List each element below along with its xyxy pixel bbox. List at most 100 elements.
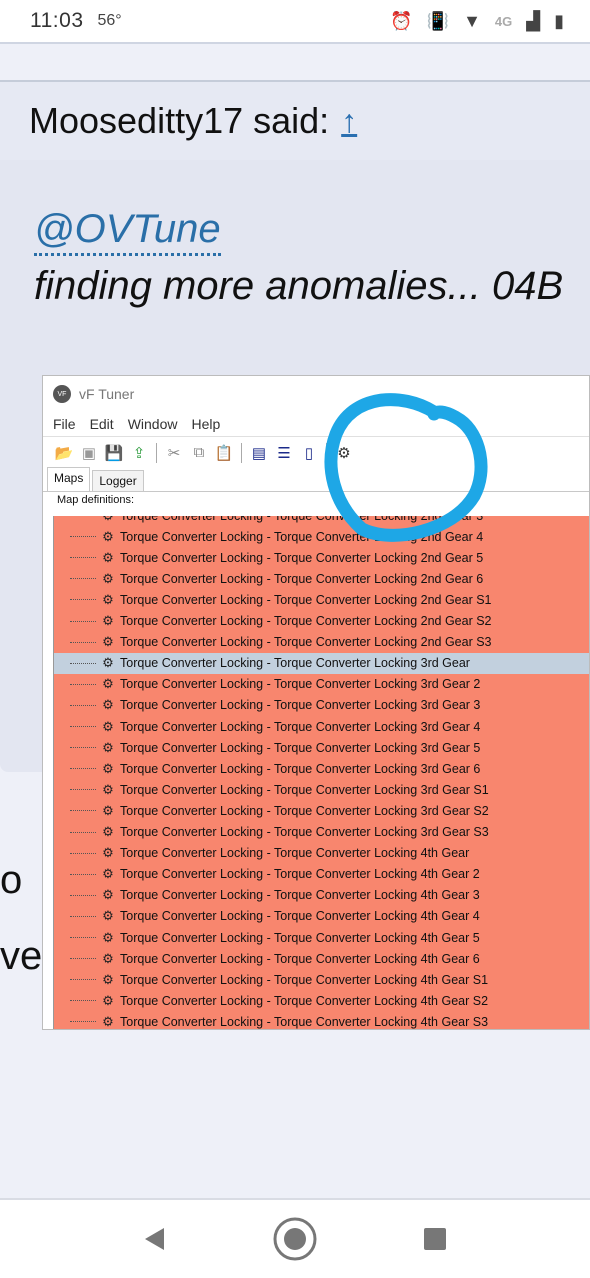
status-bar: 11:03 56° ⏰ 📳 ▼ 4G ▟ ▮ [0,0,590,42]
home-icon[interactable] [270,1214,320,1264]
quote-author: Mooseditty17 said: [29,100,330,141]
copy-icon[interactable]: ⧉ [188,442,210,464]
tree-connector [70,599,96,601]
tree-connector [70,979,96,981]
map-gear-icon: ⚙ [102,781,114,797]
quote-header: Mooseditty17 said: ↑ [0,80,590,160]
tree-row[interactable]: ⚙ Torque Converter Locking - Torque Conve… [54,631,589,653]
tree-row[interactable]: ⚙ Torque Converter Locking - Torque Conve… [54,948,589,970]
save-icon[interactable]: 💾 [103,442,125,464]
split-icon[interactable]: ☰ [273,442,295,464]
vibrate-icon: 📳 [426,10,450,31]
tree-row[interactable]: ⚙ Torque Converter Locking - Torque Conve… [54,905,589,927]
tree-row[interactable]: ⚙ Torque Converter Locking - Torque Conve… [54,800,589,822]
paste-icon[interactable]: 📋 [213,442,235,464]
tree-row[interactable]: ⚙ Torque Converter Locking - Torque Conve… [54,610,589,632]
tree-connector [70,747,96,749]
app-title: vF Tuner [79,386,135,402]
status-time: 11:03 [30,9,84,32]
open-icon[interactable]: 📂 [53,442,75,464]
vf-tuner-screenshot[interactable]: VF vF Tuner File Edit Window Help 📂 ▣ 💾 … [42,375,590,1030]
tree-row-label: Torque Converter Locking - Torque Conver… [120,592,492,607]
tree-connector [70,768,96,770]
gear-icon[interactable]: ⚙ [333,442,355,464]
map-definitions-label: Map definitions: [57,494,135,506]
tree-row[interactable]: ⚙ Torque Converter Locking - Torque Conve… [54,884,589,906]
tree-row-label: Torque Converter Locking - Torque Conver… [120,867,480,882]
tree-connector [70,958,96,960]
tree-row-label: Torque Converter Locking - Torque Conver… [120,677,481,692]
tree-row-label: Torque Converter Locking - Torque Conver… [120,550,484,565]
app-logo-icon: VF [53,385,71,403]
tree-row-label: Torque Converter Locking - Torque Conver… [120,909,480,924]
tree-row[interactable]: ⚙ Torque Converter Locking - Torque Conve… [54,737,589,759]
quote-jump-link[interactable]: ↑ [341,103,357,140]
tree-row[interactable]: ⚙ Torque Converter Locking - Torque Conve… [54,758,589,780]
tree-connector [70,1000,96,1002]
app-titlebar: VF vF Tuner [43,376,589,412]
map-gear-icon: ⚙ [102,887,114,903]
tree-connector [70,894,96,896]
menu-file[interactable]: File [53,416,76,432]
app-tabs: Maps Logger [43,467,589,492]
mention-link[interactable]: @OVTune [34,205,221,256]
tree-row-label: Torque Converter Locking - Torque Conver… [120,930,480,945]
tree-connector [70,831,96,833]
tree-row-label: Torque Converter Locking - Torque Conver… [120,846,470,861]
map-gear-icon: ⚙ [102,613,114,628]
map-gear-icon: ⚙ [102,950,114,966]
tree-row[interactable]: ⚙ Torque Converter Locking - Torque Conve… [54,673,589,695]
map-tree[interactable]: ⚙ Torque Converter Locking - Torque Conve… [53,516,589,1029]
tree-row[interactable]: ⚙ Torque Converter Locking - Torque Conve… [54,1011,589,1029]
quote-text: finding more anomalies... 04B [34,264,564,308]
tree-connector [70,873,96,875]
recents-icon[interactable] [410,1214,460,1264]
tree-row-label: Torque Converter Locking - Torque Conver… [120,825,489,839]
back-icon[interactable] [130,1214,180,1264]
panel-icon[interactable]: ▯ [298,442,320,464]
app-toolbar: 📂 ▣ 💾 ⇪ ✂ ⧉ 📋 ▤ ☰ ▯ ⚙ [43,436,589,468]
toolbar-separator [156,442,157,463]
map-gear-icon: ⚙ [102,634,114,650]
tree-row[interactable]: ⚙ Torque Converter Locking - Torque Conve… [54,547,589,569]
tree-row[interactable]: ⚙ Torque Converter Locking - Torque Conve… [54,990,589,1012]
export-icon[interactable]: ⇪ [128,442,150,464]
tree-row[interactable]: ⚙ Torque Converter Locking - Torque Conve… [54,694,589,716]
tree-connector [70,726,96,727]
tree-row[interactable]: ⚙ Torque Converter Locking - Torque Conve… [54,842,589,864]
status-temperature: 56° [97,12,122,29]
edit-icon[interactable]: ▣ [78,442,100,464]
cut-icon[interactable]: ✂ [163,442,185,464]
tree-row-label: Torque Converter Locking - Torque Conver… [120,951,480,966]
map-gear-icon: ⚙ [102,760,114,776]
post-text-line-2: ve [0,934,43,978]
menu-edit[interactable]: Edit [90,416,114,432]
tree-row[interactable]: ⚙ Torque Converter Locking - Torque Conve… [54,568,589,590]
tab-logger[interactable]: Logger [92,470,144,491]
map-gear-icon: ⚙ [102,929,114,945]
tree-row[interactable]: ⚙ Torque Converter Locking - Torque Conve… [54,526,589,548]
tree-row[interactable]: ⚙ Torque Converter Locking - Torque Conve… [54,589,589,611]
tree-row[interactable]: ⚙ Torque Converter Locking - Torque Conve… [54,779,589,801]
map-gear-icon: ⚙ [102,824,114,839]
tree-connector [70,704,96,706]
tree-row-label: Torque Converter Locking - Torque Conver… [120,571,484,586]
tab-maps[interactable]: Maps [47,467,91,491]
menu-help[interactable]: Help [191,416,220,432]
tree-row[interactable]: ⚙ Torque Converter Locking - Torque Conve… [54,652,589,674]
menu-window[interactable]: Window [128,416,178,432]
tree-row[interactable]: ⚙ Torque Converter Locking - Torque Conve… [54,516,589,526]
tree-connector [70,852,96,854]
map-gear-icon: ⚙ [102,655,114,671]
tree-connector [70,1021,96,1023]
tree-row[interactable]: ⚙ Torque Converter Locking - Torque Conve… [54,863,589,885]
tree-row-label: Torque Converter Locking - Torque Conver… [120,803,489,818]
tree-row[interactable]: ⚙ Torque Converter Locking - Torque Conve… [54,969,589,991]
windows-icon[interactable]: ▤ [248,442,270,464]
toolbar-separator [326,442,327,463]
tree-row[interactable]: ⚙ Torque Converter Locking - Torque Conve… [54,716,589,737]
tree-row[interactable]: ⚙ Torque Converter Locking - Torque Conve… [54,927,589,948]
tree-connector [70,557,96,559]
tree-row-label: Torque Converter Locking - Torque Conver… [120,1014,489,1029]
tree-row[interactable]: ⚙ Torque Converter Locking - Torque Conve… [54,821,589,843]
